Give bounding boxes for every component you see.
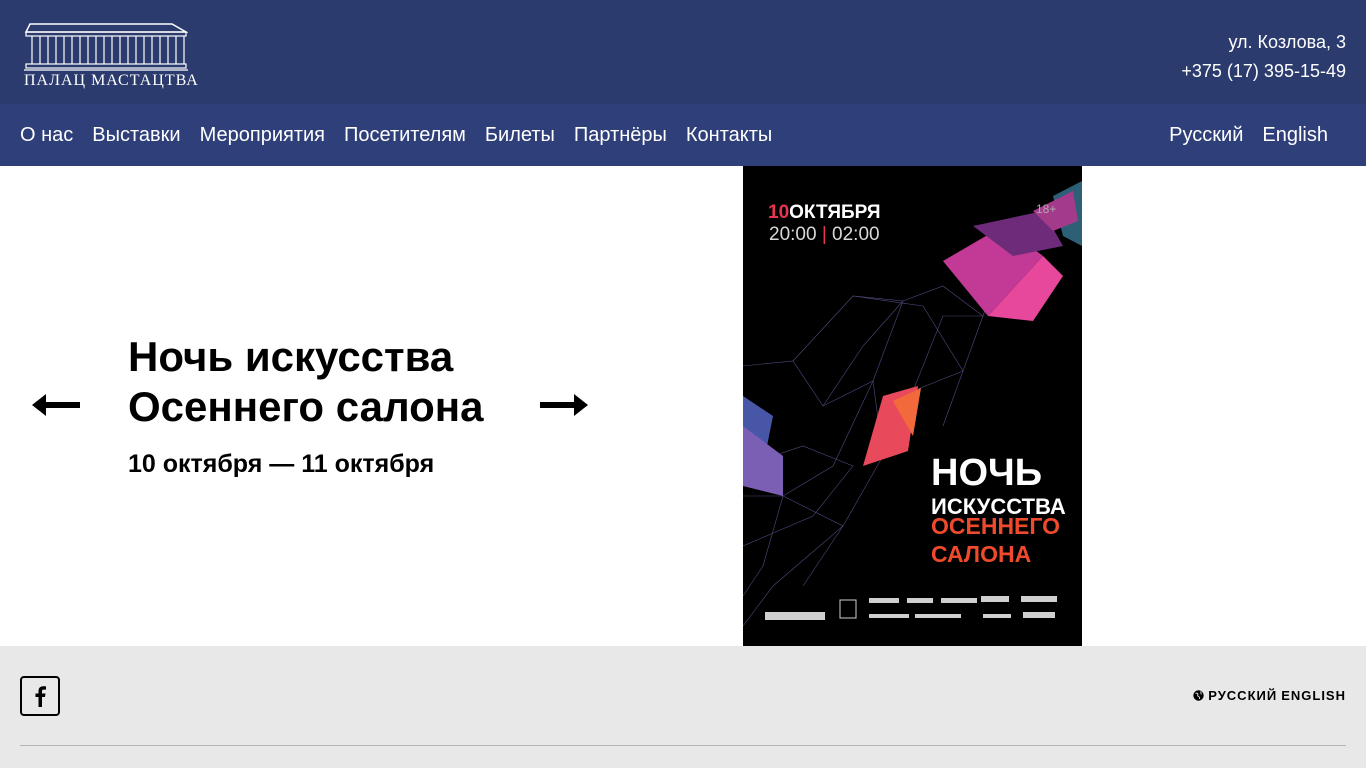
slide-dates: 10 октября — 11 октября: [128, 450, 435, 478]
poster-age-rating: 18+: [1036, 202, 1057, 216]
arrow-left-icon[interactable]: [30, 388, 82, 422]
nav-item-contacts[interactable]: Контакты: [686, 124, 772, 147]
poster-date: 10ОКТЯБРЯ: [768, 202, 881, 224]
facebook-icon: [35, 686, 46, 707]
footer-divider: [20, 745, 1346, 746]
footer: РУССКИЙ ENGLISH: [0, 646, 1366, 768]
arrow-right-icon[interactable]: [538, 388, 590, 422]
poster-date-number: 10: [768, 202, 790, 223]
poster-time-end: 02:00: [832, 224, 880, 245]
nav-item-tickets[interactable]: Билеты: [485, 124, 555, 147]
language-switcher: Русский English: [1150, 104, 1328, 166]
lang-english-link[interactable]: English: [1262, 124, 1328, 147]
slide-title-line-1: Ночь искусства: [128, 333, 454, 380]
slide-title-line-2: Осеннего салона: [128, 383, 484, 430]
poster-time-start: 20:00: [769, 224, 817, 245]
poster-sponsor-logos: [765, 596, 1057, 620]
facebook-link[interactable]: [20, 676, 60, 716]
event-poster[interactable]: 10ОКТЯБРЯ 20:00 | 02:00 18+ НОЧЬ ИСКУССТ…: [743, 166, 1082, 646]
poster-date-month: ОКТЯБРЯ: [789, 202, 881, 223]
phone-link[interactable]: +375 (17) 395-15-49: [1181, 57, 1346, 86]
poster-time-separator: |: [821, 224, 827, 245]
footer-lang-english[interactable]: ENGLISH: [1281, 688, 1346, 703]
nav-item-visitors[interactable]: Посетителям: [344, 124, 466, 147]
top-header: ПАЛАЦ МАСТАЦТВА ул. Козлова, 3 +375 (17)…: [0, 0, 1366, 104]
nav-item-exhibitions[interactable]: Выставки: [92, 124, 180, 147]
poster-subtitle-line-1: ОСЕННЕГО: [931, 513, 1061, 539]
slide-title[interactable]: Ночь искусства Осеннего салона: [128, 332, 483, 432]
nav-item-about[interactable]: О нас: [20, 124, 73, 147]
contact-info: ул. Козлова, 3 +375 (17) 395-15-49: [1181, 28, 1346, 86]
poster-subtitle: ОСЕННЕГО САЛОНА: [931, 512, 1060, 568]
poster-time: 20:00 | 02:00: [769, 224, 880, 246]
logo-text: ПАЛАЦ МАСТАЦТВА: [24, 72, 199, 89]
nav-item-events[interactable]: Мероприятия: [200, 124, 325, 147]
main-navigation: О нас Выставки Мероприятия Посетителям Б…: [0, 104, 1366, 166]
footer-lang-russian[interactable]: РУССКИЙ: [1208, 688, 1277, 703]
poster-subtitle-line-2: САЛОНА: [931, 541, 1032, 567]
lang-russian-link[interactable]: Русский: [1169, 124, 1243, 147]
hero-slider: Ночь искусства Осеннего салона 10 октябр…: [0, 166, 1366, 646]
nav-menu: О нас Выставки Мероприятия Посетителям Б…: [20, 104, 791, 166]
address-link[interactable]: ул. Козлова, 3: [1181, 28, 1346, 57]
footer-language-switcher: РУССКИЙ ENGLISH: [1193, 688, 1346, 703]
nav-item-partners[interactable]: Партнёры: [574, 124, 667, 147]
globe-icon: [1193, 690, 1204, 701]
poster-title: НОЧЬ: [931, 452, 1043, 494]
